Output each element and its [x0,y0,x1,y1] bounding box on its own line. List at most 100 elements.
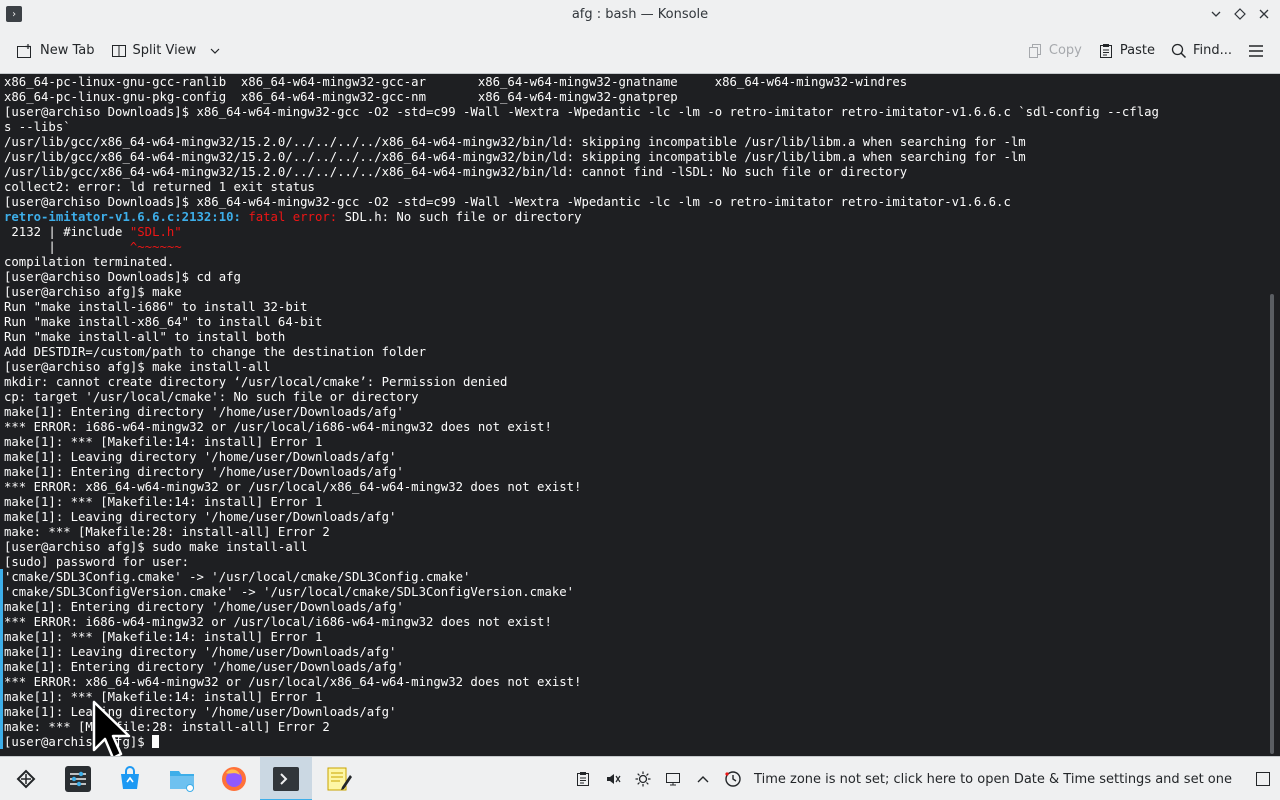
window-title: afg : bash — Konsole [571,6,709,22]
brightness-icon [635,771,651,787]
file-manager-icon [170,770,194,792]
terminal-line: [user@archiso Downloads]$ cd afg [4,270,241,284]
display-button[interactable] [658,757,688,800]
terminal-cursor [152,735,160,748]
show-desktop-button[interactable] [1246,757,1280,800]
system-settings-icon [65,765,91,792]
konsole-app-icon[interactable]: › [6,6,22,22]
terminal-line: make[1]: Leaving directory '/home/user/D… [4,645,397,659]
fatal-error-label: fatal error: [248,210,338,224]
copy-button[interactable]: Copy [1019,35,1090,67]
window-controls [1206,4,1274,24]
copy-icon [1028,43,1041,58]
paste-button[interactable]: Paste [1090,35,1163,67]
terminal-line: /usr/lib/gcc/x86_64-w64-mingw32/15.2.0/.… [4,135,1026,149]
terminal-line: make[1]: *** [Makefile:14: install] Erro… [4,435,323,449]
error-location: retro-imitator-v1.6.6.c:2132:10: [4,210,241,224]
terminal-line: [user@archiso afg]$ make [4,285,182,299]
terminal-line: make[1]: Entering directory '/home/user/… [4,465,404,479]
system-settings-button[interactable] [52,757,104,800]
terminal-line: cp: target '/usr/local/cmake': No such f… [4,390,419,404]
terminal-line: s --libs` [4,120,71,134]
chevron-up-icon [697,776,709,783]
konsole-icon [273,766,299,791]
terminal-line: collect2: error: ld returned 1 exit stat… [4,180,315,194]
terminal-line: *** ERROR: i686-w64-mingw32 or /usr/loca… [4,615,552,629]
terminal-line: make[1]: Leaving directory '/home/user/D… [4,450,397,464]
terminal-line: x86_64-pc-linux-gnu-pkg-config x86_64-w6… [4,90,678,104]
terminal-line: *** ERROR: x86_64-w64-mingw32 or /usr/lo… [4,480,582,494]
discover-store-icon [121,765,139,789]
search-icon [1171,43,1186,58]
terminal-line: make: *** [Makefile:28: install-all] Err… [4,720,330,734]
terminal-line: [user@archiso Downloads]$ x86_64-w64-min… [4,195,1011,209]
terminal-line: Run "make install-x86_64" to install 64-… [4,315,323,329]
close-icon [1259,9,1269,19]
terminal-line: /usr/lib/gcc/x86_64-w64-mingw32/15.2.0/.… [4,150,1026,164]
timezone-notice[interactable]: Time zone is not set; click here to open… [748,772,1246,787]
clipboard-icon [577,772,590,786]
app-launcher-icon [16,769,36,788]
konsole-task-button[interactable] [260,756,312,800]
new-tab-icon [17,43,31,58]
terminal-line: Run "make install-all" to install both [4,330,286,344]
hamburger-menu-button[interactable] [1240,35,1272,67]
terminal-line: /usr/lib/gcc/x86_64-w64-mingw32/15.2.0/.… [4,165,908,179]
terminal-line: Add DESTDIR=/custom/path to change the d… [4,345,426,359]
brightness-button[interactable] [628,757,658,800]
selection-marker [0,569,3,749]
terminal-line: [user@archiso Downloads]$ x86_64-w64-min… [4,105,1159,119]
terminal-line: make[1]: Entering directory '/home/user/… [4,600,404,614]
terminal-output[interactable]: x86_64-pc-linux-gnu-gcc-ranlib x86_64-w6… [4,75,1262,750]
volume-button[interactable] [598,757,628,800]
terminal-line: *** ERROR: i686-w64-mingw32 or /usr/loca… [4,420,552,434]
paste-icon [1099,43,1112,58]
terminal-line: make[1]: *** [Makefile:14: install] Erro… [4,630,323,644]
clipboard-button[interactable] [568,757,598,800]
terminal-line: [user@archiso afg]$ sudo make install-al… [4,540,308,554]
window-titlebar[interactable]: › afg : bash — Konsole [0,0,1280,28]
terminal-line: make[1]: Leaving directory '/home/user/D… [4,510,397,524]
terminal-line: make[1]: Entering directory '/home/user/… [4,660,404,674]
minimize-button[interactable] [1206,4,1226,24]
maximize-button[interactable] [1230,4,1250,24]
terminal-line: make[1]: Leaving directory '/home/user/D… [4,705,397,719]
firefox-button[interactable] [208,757,260,800]
close-button[interactable] [1254,4,1274,24]
system-tray: Time zone is not set; click here to open… [568,757,1280,800]
terminal-line: 'cmake/SDL3ConfigVersion.cmake' -> '/usr… [4,585,575,599]
clock-warning-button[interactable] [718,757,748,800]
terminal-line: make[1]: Entering directory '/home/user/… [4,405,404,419]
taskbar: Time zone is not set; click here to open… [0,756,1280,800]
discover-store-button[interactable] [104,757,156,800]
split-view-label: Split View [132,43,197,58]
terminal-line: [user@archiso afg]$ [4,735,1262,750]
chevron-down-icon [210,48,220,54]
firefox-icon [222,766,246,791]
split-view-icon [111,44,126,57]
error-message: SDL.h: No such file or directory [337,210,582,224]
app-launcher-button[interactable] [0,757,52,800]
include-target: "SDL.h" [129,225,182,239]
find-button[interactable]: Find... [1163,35,1240,67]
terminal-view[interactable]: x86_64-pc-linux-gnu-gcc-ranlib x86_64-w6… [0,74,1280,756]
split-view-button[interactable]: Split View [103,35,231,67]
hamburger-menu-icon [1249,44,1263,57]
konsole-toolbar: New Tab Split View Copy Paste Find... [0,28,1280,74]
clock-warning-icon [725,771,741,787]
terminal-line: compilation terminated. [4,255,175,269]
kate-editor-icon [327,767,352,790]
file-manager-button[interactable] [156,757,208,800]
tray-expand-button[interactable] [688,757,718,800]
caret-marker: ^~~~~~~ [129,240,182,254]
terminal-line: Run "make install-i686" to install 32-bi… [4,300,308,314]
new-tab-button[interactable]: New Tab [8,35,103,67]
terminal-line: make: *** [Makefile:28: install-all] Err… [4,525,330,539]
chevron-down-icon [1211,11,1221,17]
new-tab-label: New Tab [40,43,95,58]
terminal-scrollbar[interactable] [1270,294,1274,754]
kate-editor-button[interactable] [312,757,364,800]
terminal-line: *** ERROR: x86_64-w64-mingw32 or /usr/lo… [4,675,582,689]
terminal-line: [sudo] password for user: [4,555,190,569]
terminal-line: mkdir: cannot create directory ‘/usr/loc… [4,375,508,389]
